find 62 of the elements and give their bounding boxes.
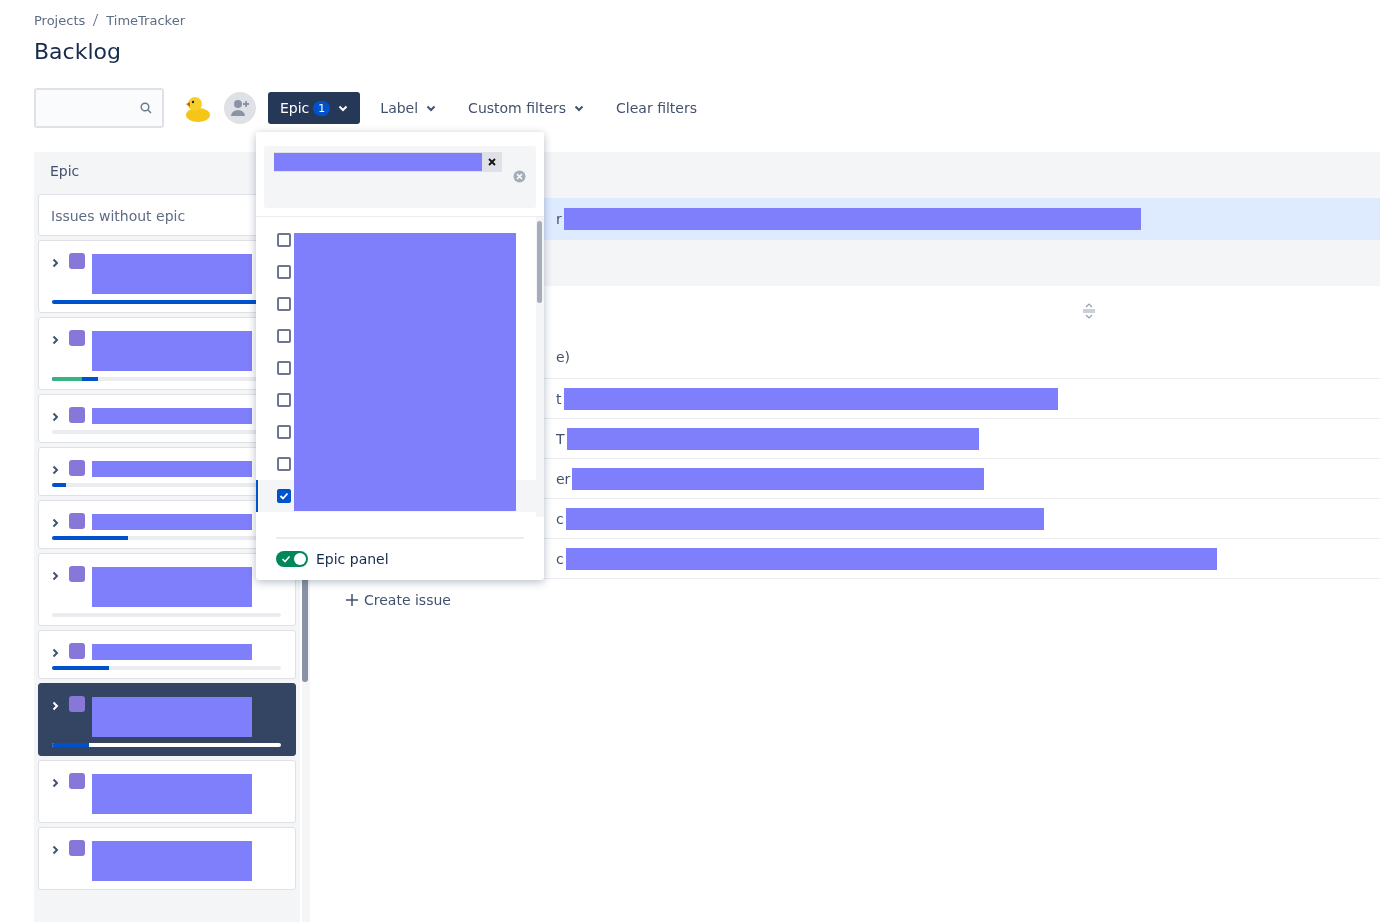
check-icon [281,555,291,563]
text-fragment: e) [556,349,571,365]
chevron-right-icon [52,648,59,658]
page-title: Backlog [34,38,122,66]
breadcrumb-link[interactable]: Projects [34,12,86,28]
epic-icon [69,460,85,476]
epic-icon [69,513,85,529]
text-fragment: t [556,390,562,407]
epic-icon [69,330,85,346]
text-fragment: r [556,211,562,227]
chevron-right-icon [52,465,59,475]
checkbox[interactable] [277,329,291,343]
count-badge: 1 [313,100,331,116]
chevron-right-icon [52,845,59,855]
checkbox[interactable] [277,457,291,471]
chevron-down-icon [574,104,585,112]
epic-icon [69,566,85,582]
chevron-right-icon [52,258,59,268]
close-icon[interactable] [488,158,496,166]
checkbox[interactable] [277,393,291,407]
issue-row[interactable]: t [320,379,1380,419]
filter-button[interactable]: Clear filters [604,92,709,124]
epic-panel-heading: Epic [49,162,81,181]
search-icon [140,102,152,114]
chevron-right-icon [52,778,59,788]
chevron-right-icon [52,571,59,581]
checkbox[interactable] [277,489,291,503]
text-fragment: c [556,550,564,567]
selected-epics-field[interactable] [264,146,536,208]
chevron-right-icon [52,335,59,345]
create-issue-button[interactable]: Create issue [346,589,451,611]
chevron-right-icon [52,518,59,528]
checkbox[interactable] [277,265,291,279]
breadcrumb-link[interactable]: TimeTracker [106,12,185,28]
text-fragment: er [556,470,571,487]
checkbox[interactable] [277,361,291,375]
filter-button[interactable]: Label [368,92,449,124]
epic-icon [69,840,85,856]
epic-icon [69,643,85,659]
toggle-switch[interactable] [276,551,308,567]
search-field[interactable] [34,88,164,128]
text-fragment: T [556,430,565,447]
filter-button[interactable]: Epic 1 [268,92,361,124]
checkbox[interactable] [277,425,291,439]
epic-icon [69,253,85,269]
checkbox[interactable] [277,233,291,247]
chevron-right-icon [52,412,59,422]
add-person-icon[interactable] [224,92,256,124]
epic-icon [69,696,85,712]
checkbox[interactable] [277,297,291,311]
chevron-down-icon [426,104,437,112]
scrollbar-thumb[interactable] [537,221,542,303]
resize-handle-icon[interactable] [1082,303,1096,319]
filter-button[interactable]: Custom filters [456,92,597,124]
epic-icon [69,773,85,789]
check-icon [279,492,289,500]
text-fragment: c [556,510,564,527]
epic-icon [69,407,85,423]
chevron-right-icon [52,701,59,711]
epic-item[interactable] [38,683,296,756]
chevron-down-icon [338,104,349,112]
plus-icon [346,594,358,606]
